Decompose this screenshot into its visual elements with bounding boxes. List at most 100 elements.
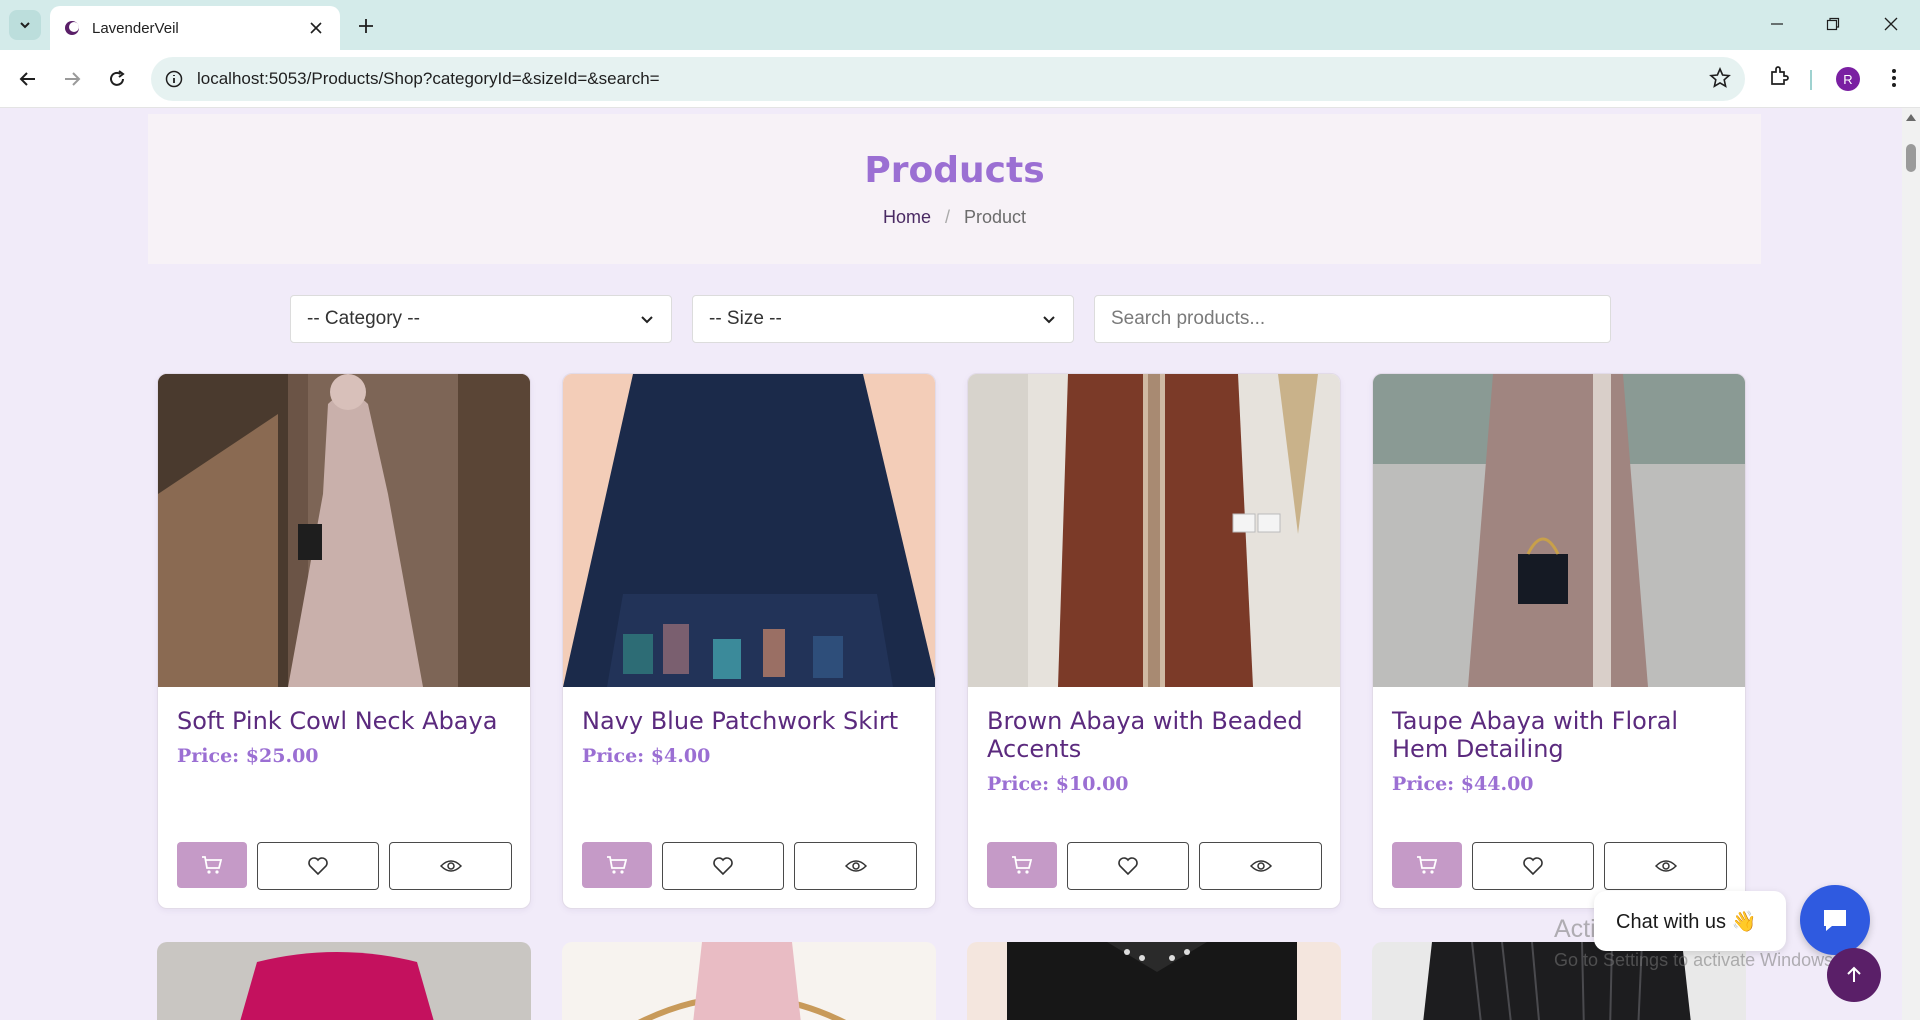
add-to-cart-button[interactable] [1392, 842, 1462, 888]
wishlist-button[interactable] [1472, 842, 1594, 890]
chat-button[interactable] [1800, 885, 1870, 955]
product-name[interactable]: Taupe Abaya with Floral Hem Detailing [1392, 707, 1726, 763]
product-name[interactable]: Brown Abaya with Beaded Accents [987, 707, 1321, 763]
product-name[interactable]: Navy Blue Patchwork Skirt [582, 707, 916, 735]
address-bar[interactable]: localhost:5053/Products/Shop?categoryId=… [151, 57, 1745, 101]
reload-button[interactable] [100, 62, 134, 96]
product-price: Price: $4.00 [582, 745, 711, 767]
add-to-cart-button[interactable] [582, 842, 652, 888]
category-select[interactable]: -- Category -- [290, 295, 672, 343]
heart-icon [308, 857, 328, 876]
more-menu-icon[interactable] [1882, 66, 1906, 90]
quick-view-button[interactable] [389, 842, 512, 890]
add-to-cart-button[interactable] [987, 842, 1057, 888]
cart-icon [607, 856, 628, 874]
product-image[interactable] [157, 942, 531, 1020]
size-select-value: -- Size -- [709, 308, 782, 329]
scrollbar-thumb[interactable] [1906, 144, 1916, 172]
forward-button[interactable] [55, 62, 89, 96]
scroll-up-icon[interactable] [1906, 114, 1916, 121]
chevron-down-icon [1043, 316, 1055, 324]
page-title: Products [864, 150, 1045, 191]
tab-close-icon[interactable] [306, 18, 326, 38]
search-placeholder: Search products... [1111, 308, 1266, 329]
cart-icon [1012, 856, 1033, 874]
product-image[interactable] [1373, 374, 1745, 687]
product-card[interactable] [157, 942, 531, 1020]
product-actions [177, 842, 512, 890]
product-card[interactable] [967, 942, 1341, 1020]
new-tab-button[interactable] [352, 12, 380, 40]
tab-search-button[interactable] [9, 10, 41, 40]
product-actions [987, 842, 1322, 890]
arrow-up-icon [1847, 966, 1861, 982]
breadcrumb-current: Product [963, 207, 1027, 227]
product-image[interactable] [968, 374, 1340, 687]
reload-icon [110, 70, 125, 86]
eye-icon [439, 860, 462, 872]
breadcrumb: Home / Product [148, 207, 1761, 228]
url-text: localhost:5053/Products/Shop?categoryId=… [197, 69, 660, 88]
product-card[interactable]: Brown Abaya with Beaded Accents Price: $… [967, 373, 1341, 909]
tab-title: LavenderVeil [92, 19, 179, 37]
wishlist-button[interactable] [662, 842, 784, 890]
chevron-down-icon [641, 316, 653, 324]
eye-icon [1249, 860, 1272, 872]
extensions-icon[interactable] [1767, 63, 1793, 89]
cart-icon [202, 856, 223, 874]
minimize-icon [1771, 23, 1783, 25]
back-button[interactable] [11, 62, 45, 96]
product-actions [582, 842, 917, 890]
page-scrollbar[interactable] [1902, 108, 1920, 1020]
quick-view-button[interactable] [1604, 842, 1727, 890]
product-image[interactable] [562, 942, 936, 1020]
browser-tab[interactable]: LavenderVeil [50, 6, 340, 50]
eye-icon [1654, 860, 1677, 872]
back-to-top-button[interactable] [1827, 948, 1881, 1002]
chat-label[interactable]: Chat with us 👋 [1594, 891, 1786, 951]
breadcrumb-separator: / [944, 207, 950, 227]
category-select-value: -- Category -- [307, 308, 420, 329]
bookmark-star-icon[interactable] [1709, 67, 1731, 89]
eye-icon [844, 860, 867, 872]
quick-view-button[interactable] [1199, 842, 1322, 890]
wishlist-button[interactable] [257, 842, 379, 890]
product-price: Price: $44.00 [1392, 773, 1534, 795]
browser-toolbar: localhost:5053/Products/Shop?categoryId=… [0, 50, 1920, 108]
chevron-down-icon [20, 22, 30, 29]
product-image[interactable] [158, 374, 530, 687]
product-image[interactable] [563, 374, 935, 687]
close-window-button[interactable] [1868, 8, 1914, 40]
search-input[interactable]: Search products... [1094, 295, 1611, 343]
breadcrumb-home-link[interactable]: Home [883, 207, 931, 228]
product-price: Price: $25.00 [177, 745, 319, 767]
restore-button[interactable] [1810, 8, 1856, 40]
product-name[interactable]: Soft Pink Cowl Neck Abaya [177, 707, 511, 735]
site-favicon-icon [65, 21, 79, 35]
heart-icon [1118, 857, 1138, 876]
product-card[interactable]: Taupe Abaya with Floral Hem Detailing Pr… [1372, 373, 1746, 909]
watermark-subtitle: Go to Settings to activate Windows. [1554, 950, 1839, 970]
product-actions [1392, 842, 1727, 890]
chat-icon [1824, 910, 1846, 931]
restore-icon [1826, 17, 1840, 31]
cart-icon [1417, 856, 1438, 874]
product-card[interactable] [562, 942, 936, 1020]
page-content: Products Home / Product -- Category -- -… [0, 108, 1902, 1020]
product-card[interactable]: Soft Pink Cowl Neck Abaya Price: $25.00 [157, 373, 531, 909]
product-card[interactable]: Navy Blue Patchwork Skirt Price: $4.00 [562, 373, 936, 909]
arrow-left-icon [19, 72, 35, 86]
wishlist-button[interactable] [1067, 842, 1189, 890]
site-info-icon[interactable] [165, 70, 183, 88]
product-image[interactable] [967, 942, 1341, 1020]
minimize-button[interactable] [1754, 8, 1800, 40]
add-to-cart-button[interactable] [177, 842, 247, 888]
heart-icon [1523, 857, 1543, 876]
close-icon [1884, 17, 1898, 31]
size-select[interactable]: -- Size -- [692, 295, 1074, 343]
quick-view-button[interactable] [794, 842, 917, 890]
page-header: Products Home / Product [148, 114, 1761, 264]
browser-tabbar: LavenderVeil [0, 0, 1920, 50]
plus-icon [359, 19, 373, 33]
profile-avatar[interactable]: R [1836, 67, 1860, 91]
